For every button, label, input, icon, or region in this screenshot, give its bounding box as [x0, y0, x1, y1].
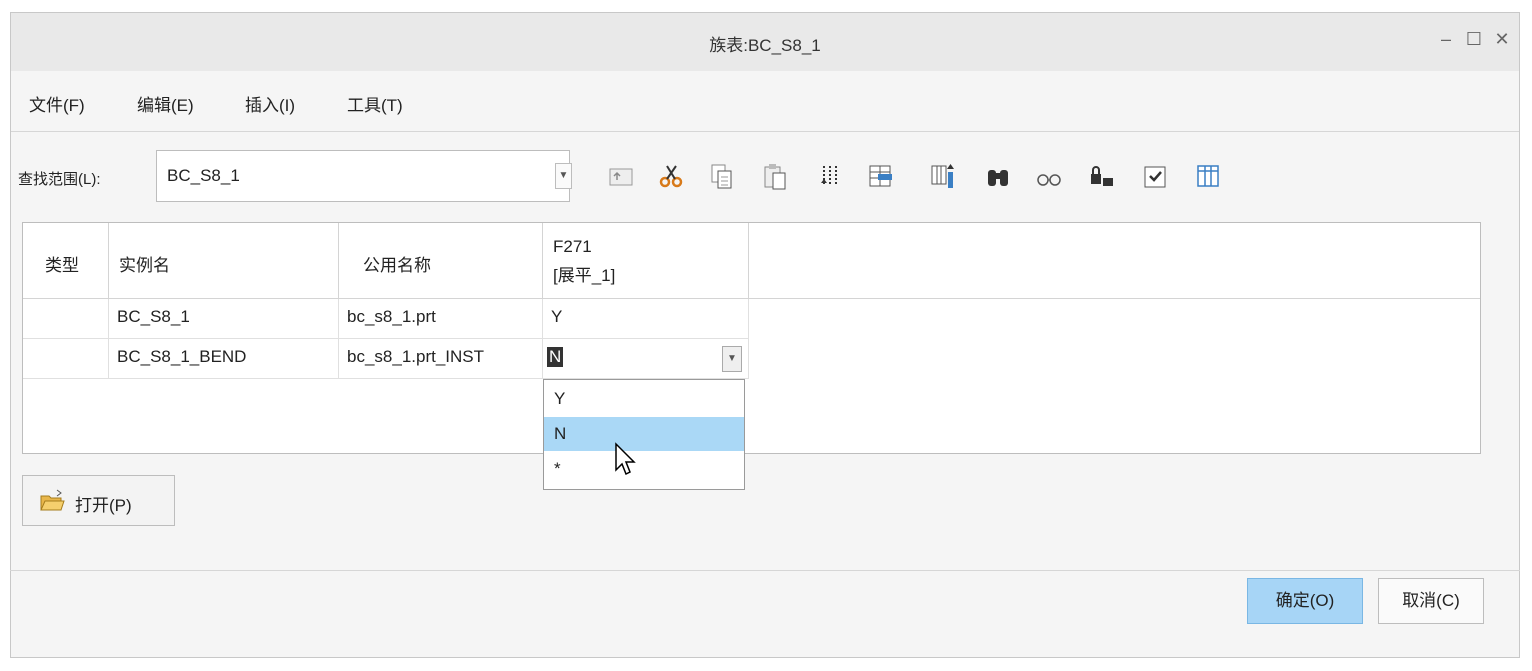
f271-dropdown-list: Y N * [543, 379, 745, 490]
paste-icon[interactable] [760, 160, 790, 192]
menu-insert[interactable]: 插入(I) [245, 91, 295, 116]
table-cell-f271[interactable]: Y [543, 299, 749, 339]
f271-cell-editor[interactable]: N ▼ [543, 339, 749, 379]
window-title: 族表:BC_S8_1 [709, 36, 821, 55]
column-header-type[interactable]: 类型 [23, 223, 109, 299]
open-button[interactable]: 打开(P) [22, 475, 175, 526]
table-cell-type[interactable] [23, 299, 109, 339]
search-scope-value: BC_S8_1 [167, 166, 240, 185]
table-cell-instance[interactable]: BC_S8_1 [109, 299, 339, 339]
minimize-button[interactable]: – [1435, 29, 1457, 50]
menu-tools[interactable]: 工具(T) [347, 91, 403, 116]
table-cell-instance[interactable]: BC_S8_1_BEND [109, 339, 339, 379]
find-icon[interactable] [983, 160, 1013, 192]
menu-edit[interactable]: 编辑(E) [137, 91, 194, 116]
column-header-common-name[interactable]: 公用名称 [339, 223, 543, 299]
table-icon[interactable] [1193, 160, 1223, 192]
table-cell-common-name[interactable]: bc_s8_1.prt_INST [339, 339, 543, 379]
copy-icon[interactable] [706, 160, 736, 192]
dropdown-option-n[interactable]: N [544, 417, 744, 451]
column-header-instance[interactable]: 实例名 [109, 223, 339, 299]
folder-open-icon [40, 489, 65, 511]
cut-icon[interactable] [656, 160, 686, 192]
chevron-down-icon[interactable]: ▼ [555, 163, 572, 189]
table-cell-common-name[interactable]: bc_s8_1.prt [339, 299, 543, 339]
title-bar: 族表:BC_S8_1 – ☐ ✕ [11, 13, 1519, 71]
chevron-down-icon[interactable]: ▼ [722, 346, 742, 372]
search-scope-combo[interactable]: BC_S8_1 [156, 150, 570, 202]
close-button[interactable]: ✕ [1491, 29, 1513, 50]
verify-icon[interactable] [1140, 160, 1170, 192]
ok-button[interactable]: 确定(O) [1247, 578, 1363, 624]
column-header-f271[interactable]: F271 [展平_1] [543, 223, 749, 299]
dropdown-option-y[interactable]: Y [544, 382, 744, 416]
family-table-grid: 类型 实例名 公用名称 F271 [展平_1] BC_S8_1 bc_s8_1.… [22, 222, 1481, 454]
open-button-label: 打开(P) [75, 496, 132, 515]
column-insert-icon[interactable] [928, 160, 958, 192]
search-scope-label: 查找范围(L): [18, 171, 101, 188]
cursor-icon [615, 442, 636, 476]
preview-icon[interactable] [1034, 160, 1064, 192]
insert-columns-icon[interactable] [865, 160, 895, 192]
insert-rows-icon[interactable] [815, 160, 845, 192]
footer-divider [10, 570, 1520, 571]
dropdown-option-any[interactable]: * [544, 452, 744, 486]
cancel-button[interactable]: 取消(C) [1378, 578, 1484, 624]
menu-file[interactable]: 文件(F) [29, 91, 85, 116]
table-cell-type[interactable] [23, 339, 109, 379]
lock-icon[interactable] [1087, 160, 1117, 192]
folder-up-icon[interactable] [605, 160, 635, 192]
menu-bar: 文件(F) 编辑(E) 插入(I) 工具(T) [11, 71, 1519, 132]
column-header-empty [749, 223, 1480, 299]
f271-editor-value: N [547, 347, 564, 367]
maximize-button[interactable]: ☐ [1463, 29, 1485, 50]
